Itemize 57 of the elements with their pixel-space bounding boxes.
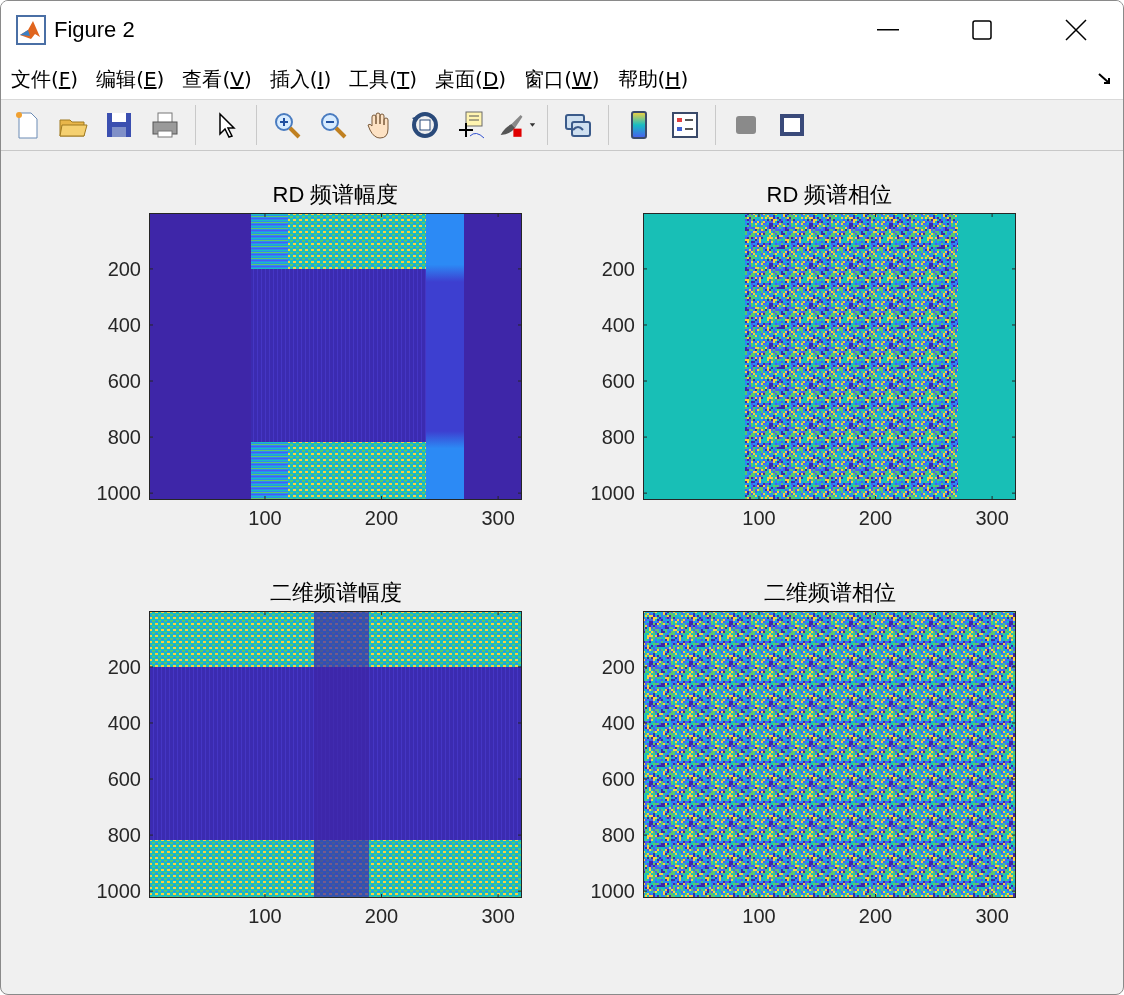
zoom-out-icon[interactable] (318, 110, 348, 140)
legend-icon[interactable] (670, 110, 700, 140)
y-tick-label: 1000 (590, 880, 635, 903)
y-tick-label: 600 (107, 768, 141, 790)
minimize-icon (877, 29, 899, 31)
menu-item[interactable]: 桌面(D) (433, 65, 509, 93)
menu-item[interactable]: 窗口(W) (522, 65, 602, 93)
window-title: Figure 2 (54, 17, 136, 43)
menu-item[interactable]: 插入(I) (267, 65, 334, 93)
print-icon[interactable] (150, 110, 180, 140)
y-tick-label: 200 (107, 257, 141, 280)
app-logo-icon (16, 15, 46, 45)
x-tick-label: 100 (248, 905, 282, 927)
plot-title: 二维频谱幅度 (268, 580, 403, 606)
y-tick-label: 200 (601, 257, 635, 280)
plot-title: RD 频谱相位 (765, 182, 894, 208)
menu-item[interactable]: 工具(T) (347, 65, 420, 93)
data-cursor-icon[interactable] (456, 110, 486, 140)
x-tick-label: 300 (481, 905, 515, 927)
x-tick-label: 300 (481, 507, 515, 529)
x-tick-label: 300 (975, 507, 1009, 529)
y-tick-label: 1000 (96, 880, 141, 903)
menu-item[interactable]: 编辑(E) (94, 65, 167, 93)
y-tick-label: 600 (601, 370, 635, 392)
dock-arrow-icon[interactable] (1097, 72, 1113, 86)
x-tick-label: 100 (248, 507, 282, 529)
y-tick-label: 800 (107, 824, 141, 847)
close-icon (1065, 19, 1087, 41)
x-tick-label: 300 (975, 905, 1009, 927)
y-tick-label: 800 (601, 824, 635, 847)
x-tick-label: 200 (858, 507, 893, 529)
y-tick-label: 1000 (96, 482, 141, 505)
maximize-icon (972, 20, 992, 40)
menu-item[interactable]: 帮助(H) (615, 65, 691, 93)
menu-item[interactable]: 查看(V) (180, 65, 254, 93)
x-tick-label: 200 (364, 905, 399, 927)
y-tick-label: 200 (107, 655, 141, 678)
y-tick-label: 200 (601, 655, 635, 678)
x-tick-label: 200 (364, 507, 399, 529)
menu-item[interactable]: 文件(F) (9, 65, 81, 93)
x-tick-label: 100 (742, 905, 776, 927)
zoom-in-icon[interactable] (272, 110, 302, 140)
y-tick-label: 400 (107, 711, 141, 734)
y-tick-label: 600 (107, 370, 141, 392)
y-tick-label: 400 (107, 313, 141, 336)
rotate-icon[interactable] (410, 110, 440, 140)
save-icon[interactable] (104, 110, 134, 140)
y-tick-label: 800 (107, 426, 141, 449)
y-tick-label: 400 (601, 711, 635, 734)
y-tick-label: 600 (601, 768, 635, 790)
plot-title: RD 频谱幅度 (271, 182, 400, 208)
y-tick-label: 1000 (590, 482, 635, 505)
plot-title: 二维频谱相位 (762, 580, 897, 606)
x-tick-label: 200 (858, 905, 893, 927)
y-tick-label: 800 (601, 426, 635, 449)
y-tick-label: 400 (601, 313, 635, 336)
x-tick-label: 100 (742, 507, 776, 529)
